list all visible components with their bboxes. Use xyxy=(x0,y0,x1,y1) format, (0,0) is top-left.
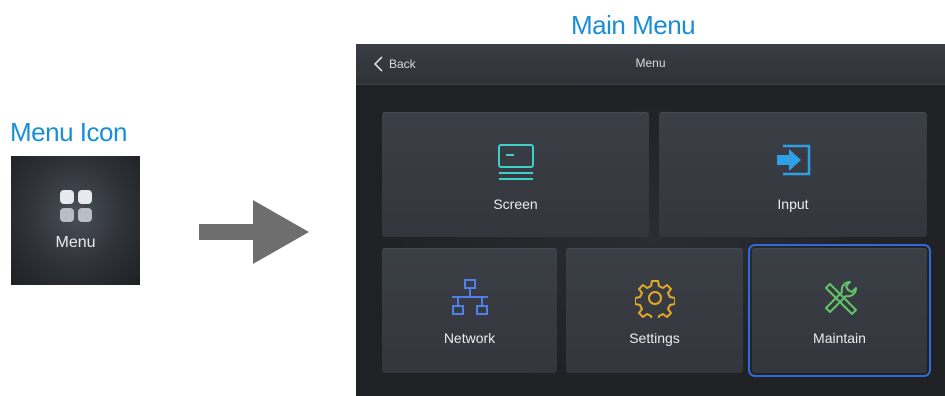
menu-icon-label: Menu xyxy=(55,233,96,251)
screen-tile[interactable]: Screen xyxy=(382,112,649,237)
settings-label: Settings xyxy=(629,330,680,346)
tools-icon xyxy=(824,281,857,315)
gear-icon xyxy=(634,280,675,318)
main-menu-caption: Main Menu xyxy=(571,10,696,40)
menu-icon-caption: Menu Icon xyxy=(10,117,127,147)
input-tile[interactable]: Input xyxy=(659,112,927,237)
network-label: Network xyxy=(443,330,496,346)
settings-tile[interactable]: Settings xyxy=(566,248,743,373)
input-icon xyxy=(777,144,811,176)
menu-grid: Screen Input Network Settings Maintain xyxy=(356,85,945,396)
top-bar: Back Menu xyxy=(356,44,945,85)
network-icon xyxy=(451,279,488,315)
screen-label: Screen xyxy=(493,196,538,212)
screen-icon xyxy=(497,144,534,180)
menu-icon-tile[interactable]: Menu xyxy=(11,156,140,285)
network-tile[interactable]: Network xyxy=(382,248,557,373)
input-label: Input xyxy=(777,196,809,212)
main-menu-screen: Back Menu Screen Input Network Settings … xyxy=(356,44,945,396)
maintain-label: Maintain xyxy=(813,330,866,346)
page-title: Menu xyxy=(635,56,666,70)
maintain-tile[interactable]: Maintain xyxy=(748,244,931,377)
arrow-right-icon xyxy=(199,200,309,264)
grid-apps-icon xyxy=(59,189,92,222)
